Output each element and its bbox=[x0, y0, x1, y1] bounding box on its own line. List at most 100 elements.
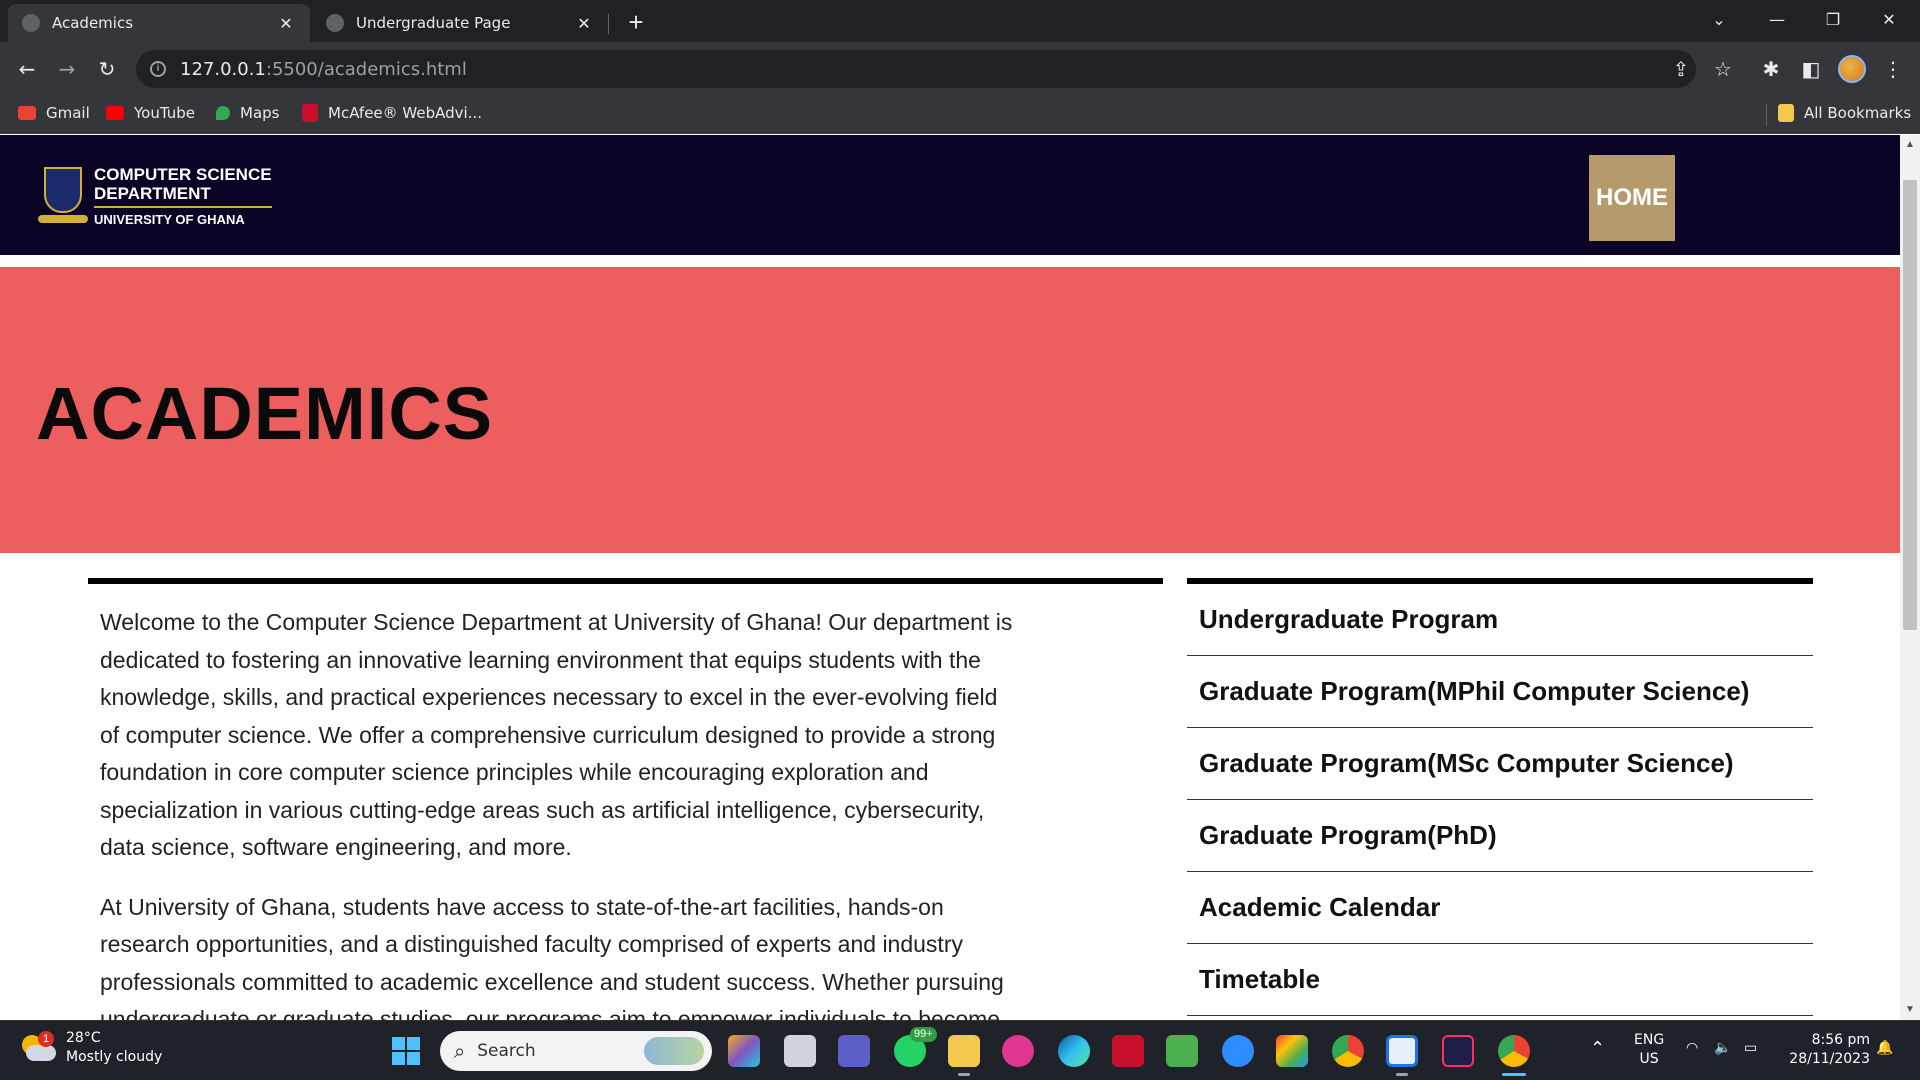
bookmarks-separator bbox=[1766, 104, 1767, 126]
tab-search-chevron-icon[interactable]: ⌄ bbox=[1696, 4, 1742, 36]
site-info-icon[interactable]: i bbox=[150, 61, 166, 77]
file-explorer-icon[interactable] bbox=[948, 1035, 980, 1067]
url-path: :5500/academics.html bbox=[265, 58, 467, 80]
academics-sidebar: Undergraduate Program Graduate Program(M… bbox=[1187, 578, 1813, 1016]
edge-icon[interactable] bbox=[1058, 1035, 1090, 1067]
notification-bell-icon[interactable]: 🔔 bbox=[1876, 1039, 1893, 1058]
sidebar-link-phd-program[interactable]: Graduate Program(PhD) bbox=[1187, 800, 1813, 872]
weather-temperature: 28°C bbox=[66, 1030, 101, 1046]
page-scrollbar[interactable]: ▲ ▼ bbox=[1900, 135, 1920, 1020]
mcafee-icon bbox=[302, 104, 318, 122]
browser-toolbar: ← → ↻ i 127.0.0.1:5500/academics.html ⇪ … bbox=[0, 42, 1920, 96]
zoom-icon[interactable] bbox=[1222, 1035, 1254, 1067]
clock[interactable]: 8:56 pm 28/11/2023 bbox=[1782, 1031, 1870, 1069]
close-tab-icon[interactable]: ✕ bbox=[276, 14, 296, 33]
gmail-icon bbox=[18, 106, 36, 120]
git-tool-icon[interactable] bbox=[1276, 1035, 1308, 1067]
extensions-puzzle-icon[interactable]: ✱ bbox=[1756, 54, 1786, 84]
facilities-paragraph: At University of Ghana, students have ac… bbox=[100, 893, 1004, 1021]
node-icon[interactable] bbox=[1166, 1035, 1198, 1067]
tab-academics[interactable]: Academics ✕ bbox=[8, 4, 310, 42]
intellij-icon[interactable] bbox=[1442, 1035, 1474, 1067]
scroll-up-arrow-icon[interactable]: ▲ bbox=[1900, 135, 1920, 155]
region-code: US bbox=[1639, 1051, 1659, 1067]
mcafee-taskbar-icon[interactable] bbox=[1112, 1035, 1144, 1067]
clock-time: 8:56 pm bbox=[1811, 1032, 1870, 1048]
chrome-active-icon[interactable] bbox=[1498, 1035, 1530, 1067]
wps-office-icon[interactable] bbox=[1002, 1035, 1034, 1067]
all-bookmarks-label: All Bookmarks bbox=[1804, 104, 1912, 122]
logo-line-3: UNIVERSITY OF GHANA bbox=[94, 212, 245, 227]
back-arrow-icon[interactable]: ← bbox=[12, 54, 42, 84]
share-icon[interactable]: ⇪ bbox=[1666, 54, 1696, 84]
sidebar-link-undergraduate-program[interactable]: Undergraduate Program bbox=[1187, 584, 1813, 656]
running-indicator bbox=[958, 1073, 970, 1076]
active-app-indicator bbox=[1502, 1073, 1526, 1076]
globe-icon bbox=[326, 14, 344, 32]
windows-start-icon[interactable] bbox=[392, 1037, 420, 1065]
tray-overflow-chevron-icon[interactable]: ⌃ bbox=[1590, 1039, 1605, 1058]
search-placeholder: Search bbox=[477, 1041, 536, 1061]
maps-icon bbox=[216, 106, 230, 120]
language-code: ENG bbox=[1634, 1032, 1665, 1048]
scroll-down-arrow-icon[interactable]: ▼ bbox=[1900, 1000, 1920, 1020]
tab-undergraduate-page[interactable]: Undergraduate Page ✕ bbox=[312, 4, 608, 42]
tab-title: Undergraduate Page bbox=[356, 14, 511, 32]
menu-kebab-icon[interactable]: ⋮ bbox=[1878, 54, 1908, 84]
restore-icon[interactable]: ❐ bbox=[1810, 4, 1856, 36]
new-tab-button[interactable]: + bbox=[620, 6, 652, 38]
address-bar[interactable]: i 127.0.0.1:5500/academics.html bbox=[136, 50, 1696, 88]
copilot-icon[interactable] bbox=[728, 1035, 760, 1067]
bookmarks-bar: Gmail YouTube Maps McAfee® WebAdvi... Al… bbox=[0, 96, 1920, 134]
wifi-icon[interactable]: ◠ bbox=[1686, 1039, 1698, 1058]
reload-icon[interactable]: ↻ bbox=[92, 54, 122, 84]
logo-text: COMPUTER SCIENCE DEPARTMENT UNIVERSITY O… bbox=[94, 165, 272, 230]
bookmark-mcafee[interactable]: McAfee® WebAdvi... bbox=[302, 104, 482, 122]
chrome-icon[interactable] bbox=[1332, 1035, 1364, 1067]
bookmark-youtube[interactable]: YouTube bbox=[106, 104, 195, 122]
bookmark-gmail[interactable]: Gmail bbox=[18, 104, 90, 122]
bookmark-label: McAfee® WebAdvi... bbox=[328, 104, 482, 122]
weather-badge: 1 bbox=[38, 1031, 54, 1047]
folder-icon bbox=[1778, 104, 1794, 122]
bookmark-star-icon[interactable]: ☆ bbox=[1708, 54, 1738, 84]
tab-separator bbox=[608, 14, 609, 34]
scrollbar-thumb[interactable] bbox=[1903, 180, 1917, 630]
all-bookmarks-folder[interactable]: All Bookmarks bbox=[1778, 104, 1911, 122]
search-icon: ⌕ bbox=[454, 1039, 466, 1063]
url-text: 127.0.0.1:5500/academics.html bbox=[180, 59, 467, 80]
profile-avatar[interactable] bbox=[1838, 55, 1866, 83]
close-tab-icon[interactable]: ✕ bbox=[574, 14, 594, 33]
forward-arrow-icon[interactable]: → bbox=[52, 54, 82, 84]
side-panel-icon[interactable]: ◧ bbox=[1796, 54, 1826, 84]
weather-widget[interactable]: 1 28°C Mostly cloudy bbox=[18, 1029, 162, 1067]
teams-icon[interactable] bbox=[838, 1035, 870, 1067]
bookmark-label: Maps bbox=[240, 104, 280, 122]
battery-icon[interactable]: ▭ bbox=[1744, 1039, 1757, 1058]
department-logo[interactable]: COMPUTER SCIENCE DEPARTMENT UNIVERSITY O… bbox=[38, 165, 272, 230]
app-window-icon[interactable] bbox=[1386, 1035, 1418, 1067]
globe-icon bbox=[22, 14, 40, 32]
bookmark-label: YouTube bbox=[134, 104, 195, 122]
sidebar-link-timetable[interactable]: Timetable bbox=[1187, 944, 1813, 1016]
bookmark-label: Gmail bbox=[46, 104, 90, 122]
whatsapp-icon[interactable]: 99+ bbox=[894, 1027, 937, 1067]
sidebar-link-msc-program[interactable]: Graduate Program(MSc Computer Science) bbox=[1187, 728, 1813, 800]
volume-icon[interactable]: 🔈 bbox=[1714, 1039, 1731, 1058]
bookmark-maps[interactable]: Maps bbox=[216, 104, 279, 122]
sidebar-link-academic-calendar[interactable]: Academic Calendar bbox=[1187, 872, 1813, 944]
main-content: Welcome to the Computer Science Departme… bbox=[88, 578, 1163, 1020]
sidebar-link-mphil-program[interactable]: Graduate Program(MPhil Computer Science) bbox=[1187, 656, 1813, 728]
minimize-icon[interactable]: — bbox=[1754, 4, 1800, 36]
weather-description: Mostly cloudy bbox=[66, 1049, 163, 1065]
task-view-icon[interactable] bbox=[784, 1035, 816, 1067]
university-crest-icon bbox=[38, 165, 88, 227]
logo-line-1: COMPUTER SCIENCE bbox=[94, 165, 272, 184]
url-host: 127.0.0.1 bbox=[180, 58, 266, 80]
taskbar-search-box[interactable]: ⌕ Search bbox=[440, 1031, 712, 1071]
language-indicator[interactable]: ENG US bbox=[1634, 1031, 1664, 1069]
site-header: COMPUTER SCIENCE DEPARTMENT UNIVERSITY O… bbox=[0, 135, 1900, 261]
home-button[interactable]: HOME bbox=[1589, 155, 1675, 241]
close-window-icon[interactable]: ✕ bbox=[1866, 4, 1912, 36]
search-highlight-image bbox=[644, 1037, 704, 1065]
